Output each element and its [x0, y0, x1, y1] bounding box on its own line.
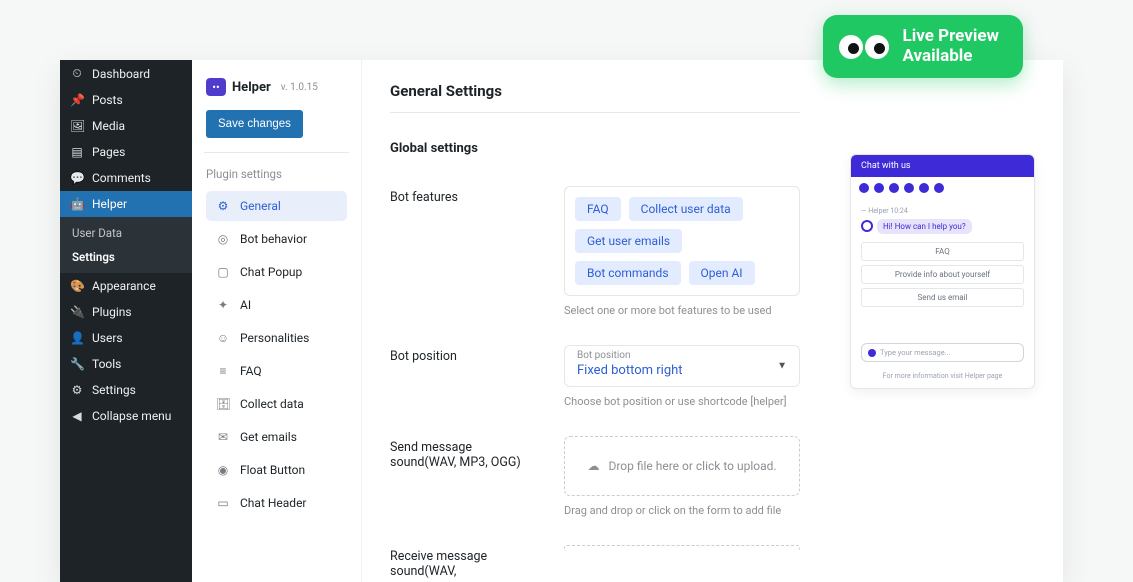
nav-icon: ◎	[216, 232, 230, 246]
menu-icon: ⏲	[70, 66, 84, 81]
chat-header: Chat with us	[851, 155, 1034, 177]
plugin-header: •• Helper v. 1.0.15	[206, 78, 347, 96]
plugin-nav-ai[interactable]: ✦AI	[206, 290, 347, 320]
menu-icon: ◀	[70, 409, 84, 423]
plugin-nav-float-button[interactable]: ◉Float Button	[206, 455, 347, 485]
wp-admin-sidebar: ⏲Dashboard📌Posts🖼Media▤Pages💬Comments🤖He…	[60, 60, 192, 582]
menu-icon: 🔌	[70, 305, 84, 319]
bot-avatar-icon	[861, 220, 873, 232]
nav-icon: ▢	[216, 265, 230, 279]
nav-icon: ≡	[216, 364, 230, 378]
bot-position-help: Choose bot position or use shortcode [he…	[564, 395, 800, 408]
nav-icon: ⚙	[216, 199, 230, 213]
menu-icon: 🔧	[70, 357, 84, 371]
menu-icon: 📌	[70, 93, 84, 107]
chat-preview-widget: Chat with us — Helper 10:24 Hi! How can …	[850, 154, 1035, 389]
bot-position-value: Fixed bottom right	[577, 363, 787, 378]
wp-menu-media[interactable]: 🖼Media	[60, 113, 192, 139]
wp-submenu-settings[interactable]: Settings	[60, 245, 192, 269]
bot-features-label: Bot features	[390, 186, 540, 205]
plugin-nav-general[interactable]: ⚙General	[206, 191, 347, 221]
wp-menu-helper[interactable]: 🤖Helper	[60, 191, 192, 217]
wp-menu-settings[interactable]: ⚙Settings	[60, 377, 192, 403]
wp-menu-pages[interactable]: ▤Pages	[60, 139, 192, 165]
chevron-down-icon: ▼	[777, 361, 787, 372]
wp-menu-posts[interactable]: 📌Posts	[60, 87, 192, 113]
page-title: General Settings	[390, 82, 800, 100]
menu-icon: 👤	[70, 331, 84, 345]
eyes-icon	[839, 35, 889, 59]
bot-greeting: Hi! How can I help you?	[877, 219, 972, 234]
send-sound-label: Send message sound(WAV, MP3, OGG)	[390, 436, 540, 470]
bot-icon: ••	[206, 78, 226, 96]
nav-icon: ▭	[216, 496, 230, 510]
plugin-version: v. 1.0.15	[281, 82, 318, 93]
plugin-nav-faq[interactable]: ≡FAQ	[206, 356, 347, 386]
chat-social-icons	[851, 177, 1034, 199]
receive-sound-label: Receive message sound(WAV,	[390, 545, 540, 579]
bot-features-help: Select one or more bot features to be us…	[564, 304, 800, 317]
live-preview-text: Live Preview Available	[903, 27, 999, 66]
cloud-upload-icon: ☁	[587, 459, 599, 473]
chat-suggestion[interactable]: Provide info about yourself	[861, 265, 1024, 284]
section-title: Global settings	[390, 141, 800, 156]
plugin-nav-bot-behavior[interactable]: ◎Bot behavior	[206, 224, 347, 254]
wp-menu-dashboard[interactable]: ⏲Dashboard	[60, 60, 192, 87]
feature-chip-faq[interactable]: FAQ	[575, 197, 621, 221]
chat-suggestion[interactable]: FAQ	[861, 242, 1024, 261]
bot-position-select[interactable]: Bot position Fixed bottom right ▼	[564, 345, 800, 387]
feature-chip-get-user-emails[interactable]: Get user emails	[575, 229, 682, 253]
feature-chip-collect-user-data[interactable]: Collect user data	[629, 197, 743, 221]
wp-menu-plugins[interactable]: 🔌Plugins	[60, 299, 192, 325]
send-sound-help: Drag and drop or click on the form to ad…	[564, 504, 800, 517]
plugin-nav-personalities[interactable]: ☺Personalities	[206, 323, 347, 353]
plugin-section-label: Plugin settings	[206, 167, 347, 181]
send-sound-dropzone[interactable]: ☁ Drop file here or click to upload.	[564, 436, 800, 496]
nav-icon: ✦	[216, 298, 230, 312]
menu-icon: ⚙	[70, 383, 84, 397]
chat-footer: For more information visit Helper page	[851, 368, 1034, 388]
menu-icon: 🖼	[70, 119, 84, 133]
send-icon	[868, 349, 876, 357]
plugin-nav-get-emails[interactable]: ✉Get emails	[206, 422, 347, 452]
chat-suggestion[interactable]: Send us email	[861, 288, 1024, 307]
menu-icon: 🤖	[70, 197, 84, 211]
chat-input[interactable]: Type your message...	[861, 343, 1024, 362]
live-preview-banner[interactable]: Live Preview Available	[823, 15, 1023, 78]
receive-sound-dropzone[interactable]	[564, 545, 800, 551]
nav-icon: ✉	[216, 430, 230, 444]
wp-submenu-user-data[interactable]: User Data	[60, 221, 192, 245]
plugin-nav-chat-popup[interactable]: ▢Chat Popup	[206, 257, 347, 287]
plugin-settings-panel: •• Helper v. 1.0.15 Save changes Plugin …	[192, 60, 362, 582]
save-button[interactable]: Save changes	[206, 110, 303, 138]
wp-menu-appearance[interactable]: 🎨Appearance	[60, 273, 192, 299]
chat-placeholder: Type your message...	[880, 348, 951, 357]
bot-position-label: Bot position	[390, 345, 540, 364]
nav-icon: ◉	[216, 463, 230, 477]
plugin-nav-chat-header[interactable]: ▭Chat Header	[206, 488, 347, 518]
wp-menu-collapse-menu[interactable]: ◀Collapse menu	[60, 403, 192, 429]
plugin-name: Helper	[232, 80, 271, 95]
nav-icon: ☺	[216, 331, 230, 345]
bot-features-chipbox[interactable]: FAQ Collect user data Get user emails Bot c…	[564, 186, 800, 296]
plugin-nav-collect-data[interactable]: 🗄Collect data	[206, 389, 347, 419]
menu-icon: 🎨	[70, 279, 84, 293]
wp-menu-comments[interactable]: 💬Comments	[60, 165, 192, 191]
wp-menu-users[interactable]: 👤Users	[60, 325, 192, 351]
nav-icon: 🗄	[216, 397, 230, 411]
menu-icon: ▤	[70, 145, 84, 159]
feature-chip-bot-commands[interactable]: Bot commands	[575, 261, 681, 285]
feature-chip-open-ai[interactable]: Open AI	[689, 261, 755, 285]
chat-timestamp: — Helper 10:24	[861, 207, 1024, 215]
wp-menu-tools[interactable]: 🔧Tools	[60, 351, 192, 377]
menu-icon: 💬	[70, 171, 84, 185]
